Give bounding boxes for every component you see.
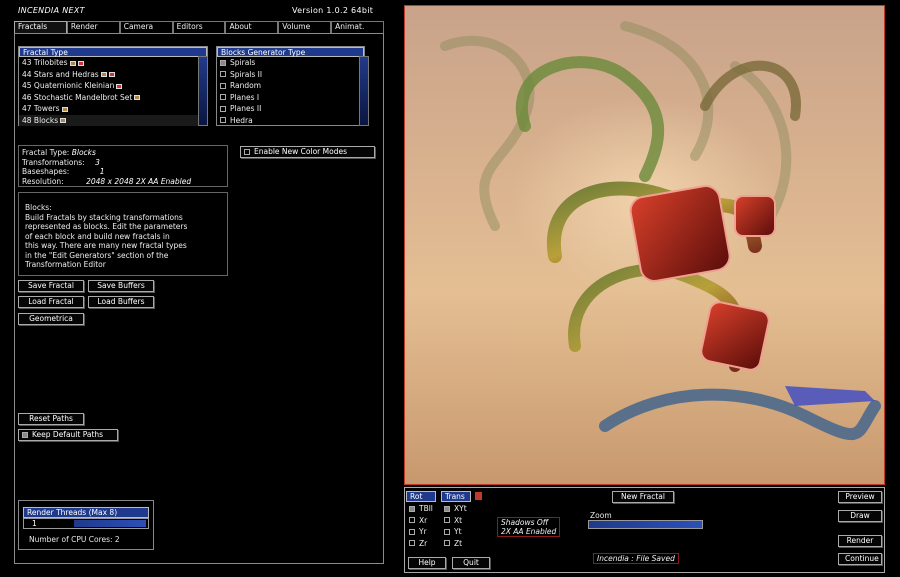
checkbox-icon [220, 59, 226, 66]
app-title: INCENDIA NEXT [18, 6, 85, 15]
render-threads-panel: Render Threads (Max 8) 1 Number of CPU C… [18, 500, 154, 550]
cpu-cores-text: Number of CPU Cores: 2 [29, 535, 120, 544]
list-item[interactable]: 47 Towers [19, 103, 207, 115]
generator-type-header: Blocks Generator Type [217, 47, 364, 57]
flag-icon [134, 95, 141, 100]
list-item[interactable]: 45 Quaternionic Kleinian [19, 80, 207, 92]
checkbox-icon [220, 105, 226, 112]
rot-option[interactable]: Yr [406, 526, 438, 538]
generator-list-scrollbar[interactable] [359, 56, 369, 126]
trans-option[interactable]: Zt [441, 538, 473, 550]
help-button[interactable]: Help [408, 557, 446, 569]
fractal-type-header: Fractal Type [19, 47, 207, 57]
checkbox-icon [220, 94, 226, 101]
checkbox-icon [444, 540, 450, 547]
flag-icon [61, 106, 68, 112]
checkbox-icon [220, 82, 226, 89]
trans-option[interactable]: Xt [441, 515, 473, 527]
generator-option[interactable]: Hedra [217, 115, 364, 127]
menu-volume[interactable]: Volume [278, 21, 332, 33]
flag-icon [108, 72, 115, 77]
generator-option[interactable]: Random [217, 80, 364, 92]
generator-option[interactable]: Planes I [217, 92, 364, 104]
flag-icon [69, 60, 76, 66]
menu-render[interactable]: Render [66, 21, 120, 33]
status-message: Incendia : File Saved [593, 553, 679, 564]
fractal-type-list: Fractal Type 43 Trilobites 44 Stars and … [18, 46, 208, 126]
render-button[interactable]: Render [838, 535, 882, 547]
rot-option[interactable]: Xr [406, 515, 438, 527]
geometrica-button[interactable]: Geometrica [18, 313, 84, 325]
checkbox-icon [409, 540, 415, 547]
render-threads-header: Render Threads (Max 8) [23, 507, 149, 518]
trans-option[interactable]: XYt [441, 503, 473, 515]
tab-rot[interactable]: Rot [406, 491, 436, 502]
fractal-render-image [440, 21, 881, 440]
flag-icon [100, 72, 107, 77]
checkbox-icon [444, 528, 450, 535]
checkbox-icon [220, 71, 226, 78]
generator-option[interactable]: Spirals II [217, 69, 364, 81]
menu-fractals[interactable]: Fractals [14, 21, 67, 33]
checkbox-icon [444, 517, 450, 524]
checkbox-icon [244, 149, 250, 155]
list-item[interactable]: 43 Trilobites [19, 57, 207, 69]
lock-icon[interactable] [475, 492, 482, 500]
preview-button[interactable]: Preview [838, 491, 882, 503]
zoom-slider[interactable] [588, 520, 703, 529]
list-item[interactable]: 46 Stochastic Mandelbrot Set [19, 92, 207, 104]
list-item[interactable]: 44 Stars and Hedras [19, 69, 207, 81]
app-version: Version 1.0.2 64bit [292, 6, 374, 15]
menu-camera[interactable]: Camera [119, 21, 173, 33]
trans-options: XYt Xt Yt Zt [441, 503, 473, 549]
fractal-list-scrollbar[interactable] [198, 56, 208, 126]
rot-option[interactable]: TBll [406, 503, 438, 515]
generator-type-list: Blocks Generator Type Spirals Spirals II… [216, 46, 365, 126]
enable-color-modes-toggle[interactable]: Enable New Color Modes [240, 146, 375, 158]
menu-bar: Fractals Render Camera Editors About Vol… [14, 21, 385, 33]
fractal-description: Blocks: Build Fractals by stacking trans… [18, 192, 228, 276]
rot-option[interactable]: Zr [406, 538, 438, 550]
checkbox-icon [220, 117, 226, 124]
keep-default-paths-toggle[interactable]: Keep Default Paths [18, 429, 118, 441]
slider-track [74, 520, 146, 527]
render-threads-slider[interactable]: 1 [23, 518, 149, 529]
flag-icon [116, 83, 123, 89]
trans-option[interactable]: Yt [441, 526, 473, 538]
render-viewport[interactable] [404, 5, 885, 485]
draw-button[interactable]: Draw [838, 510, 882, 522]
generator-option[interactable]: Spirals [217, 57, 364, 69]
checkbox-icon [22, 432, 28, 438]
shadows-status: Shadows Off 2X AA Enabled [497, 517, 561, 537]
flag-icon [60, 118, 67, 123]
menu-about[interactable]: About [225, 21, 279, 33]
continue-button[interactable]: Continue [838, 553, 882, 565]
save-fractal-button[interactable]: Save Fractal [18, 280, 84, 292]
rot-options: TBll Xr Yr Zr [406, 503, 438, 549]
reset-paths-button[interactable]: Reset Paths [18, 413, 84, 425]
save-buffers-button[interactable]: Save Buffers [88, 280, 154, 292]
load-buffers-button[interactable]: Load Buffers [88, 296, 154, 308]
flag-icon [77, 60, 84, 66]
tab-trans[interactable]: Trans [441, 491, 471, 502]
checkbox-icon [409, 505, 415, 512]
list-item-selected[interactable]: 48 Blocks [19, 114, 207, 126]
generator-option[interactable]: Planes II [217, 103, 364, 115]
checkbox-icon [444, 505, 450, 512]
menu-editors[interactable]: Editors [172, 21, 226, 33]
checkbox-icon [409, 528, 415, 535]
new-fractal-button[interactable]: New Fractal [612, 491, 674, 503]
checkbox-icon [409, 517, 415, 524]
quit-button[interactable]: Quit [452, 557, 490, 569]
fractal-info: Fractal Type: Blocks Transformations: 3 … [18, 145, 228, 187]
zoom-label: Zoom [590, 511, 612, 520]
menu-animat[interactable]: Animat. [331, 21, 385, 33]
load-fractal-button[interactable]: Load Fractal [18, 296, 84, 308]
